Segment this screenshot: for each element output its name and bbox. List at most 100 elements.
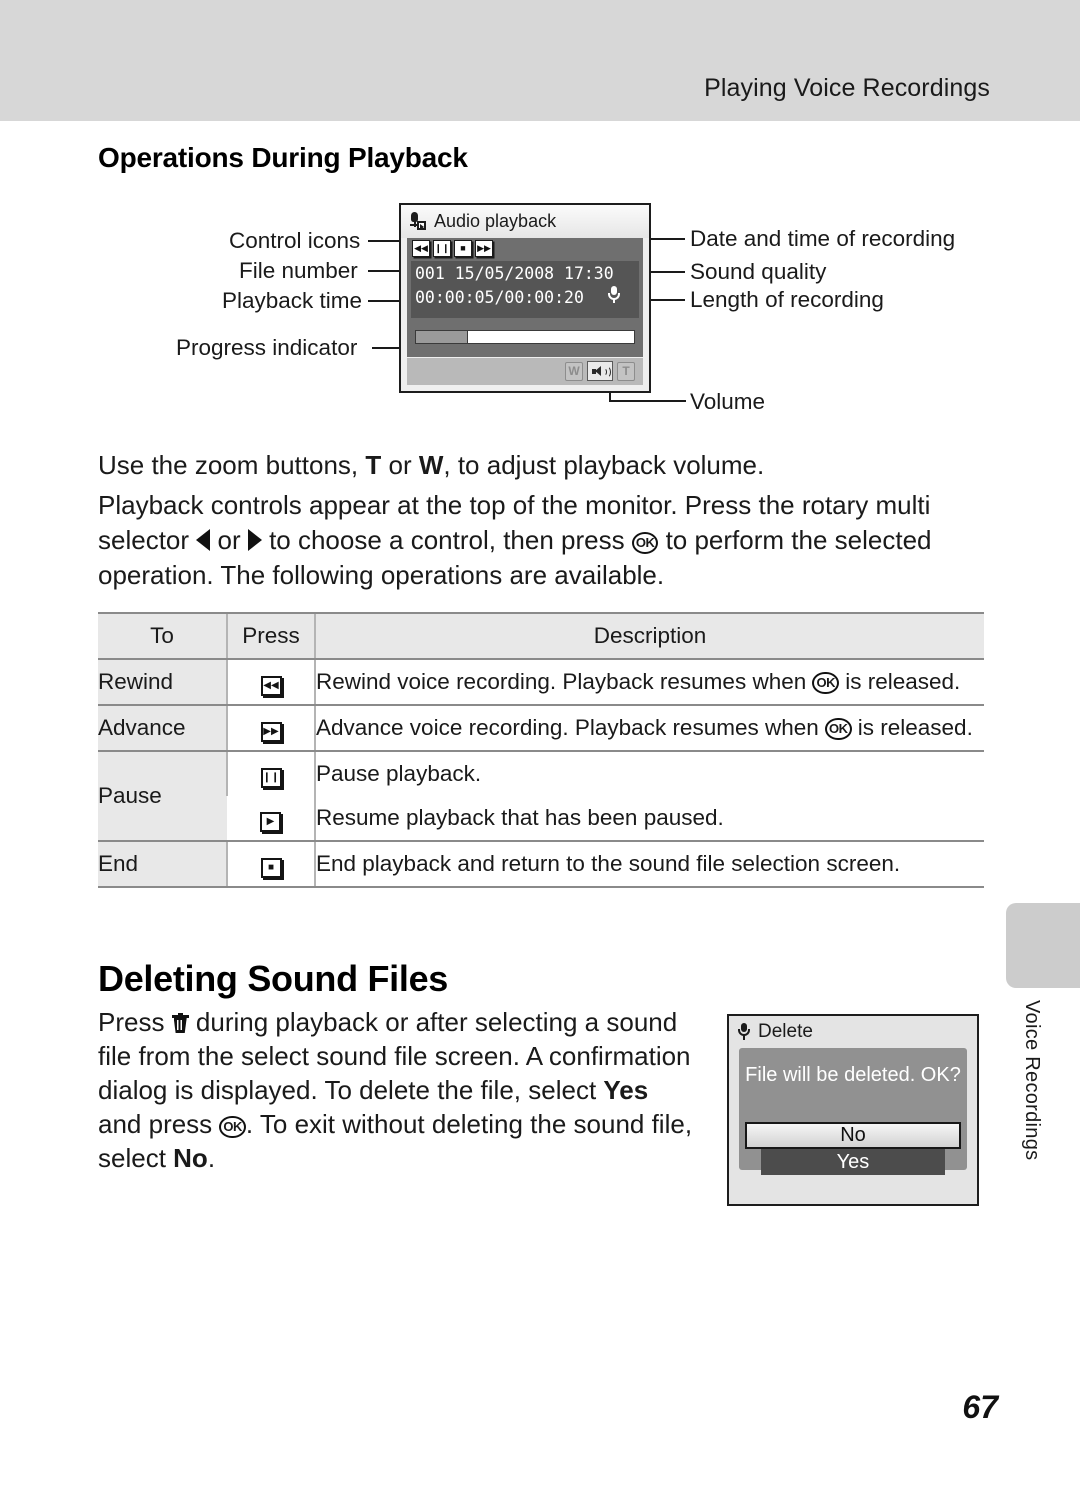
table-row-end: End ■ End playback and return to the sou… [98,840,984,888]
cell-desc-end: End playback and return to the sound fil… [314,840,984,888]
paragraph-playback-controls: Playback controls appear at the top of t… [98,488,993,593]
callout-label-control-icons: Control icons [229,228,361,253]
cell-desc-advance: Advance voice recording. Playback resume… [314,704,984,752]
desc-rewind-2: is released. [838,669,961,694]
column-header-press: Press [226,612,315,660]
pause-icon[interactable]: ❙❙ [260,768,282,788]
delete-text-5: . [207,1143,216,1173]
zoom-text-2: or [381,450,419,480]
callout-label-progress-indicator: Progress indicator [176,335,358,360]
ok-button-icon: OK [631,531,659,554]
desc-rewind-1: Rewind voice recording. Playback resumes… [316,669,813,694]
delete-option-no: No [173,1143,208,1173]
delete-text-3: and press [98,1109,220,1139]
zoom-text-3: , to adjust playback volume. [443,450,765,480]
callout-label-length: Length of recording [690,287,884,312]
table-row-advance: Advance ▶▶ Advance voice recording. Play… [98,704,984,752]
delete-text-1: Press [98,1007,172,1037]
rewind-icon[interactable]: ◀◀ [260,676,282,696]
microphone-card-icon [409,212,426,231]
delete-dialog-body: File will be deleted. OK? No Yes [739,1048,967,1175]
cell-press-end: ■ [226,840,315,888]
desc-advance-2: is released. [851,715,973,740]
playback-time-and-length: 00:00:05/00:00:20 [415,288,584,307]
sound-quality-icon [607,286,621,303]
monitor-screen: ◀◀ ❙❙ ■ ▶▶ 001 15/05/2008 17:30 00:00:05… [407,238,643,357]
arrow-left-icon [196,529,211,551]
cell-to-advance: Advance [98,704,227,752]
stop-icon[interactable]: ■ [454,240,472,257]
stop-icon[interactable]: ■ [260,858,282,878]
callout-label-sound-quality: Sound quality [690,259,827,284]
cell-to-pause: Pause [98,750,227,842]
cell-desc-rewind: Rewind voice recording. Playback resumes… [314,658,984,706]
tele-zoom-key-icon[interactable]: T [617,361,635,381]
callout-label-file-number: File number [239,258,358,283]
desc-advance-1: Advance voice recording. Playback resume… [316,715,826,740]
cell-to-rewind: Rewind [98,658,227,706]
page-number: 67 [962,1389,998,1425]
advance-icon[interactable]: ▶▶ [260,722,282,742]
running-title: Playing Voice Recordings [704,74,990,102]
zoom-key-w: W [418,450,444,480]
rewind-icon[interactable]: ◀◀ [412,240,430,257]
side-tab-block [1006,903,1080,988]
delete-confirmation-screen-mock: Delete File will be deleted. OK? No Yes [727,1014,979,1206]
zoom-text-1: Use the zoom buttons, [98,450,366,480]
cell-press-advance: ▶▶ [226,704,315,752]
cell-desc-resume: Resume playback that has been paused. [314,796,984,842]
trash-delete-icon [171,1013,189,1034]
advance-icon[interactable]: ▶▶ [475,240,493,257]
page-title-deleting: Deleting Sound Files [98,958,449,999]
file-number-and-datetime: 001 15/05/2008 17:30 [415,264,614,283]
side-tab-label: Voice Recordings [1021,1000,1043,1161]
callout-label-date-time: Date and time of recording [690,226,956,251]
camera-monitor-mock: Audio playback ◀◀ ❙❙ ■ ▶▶ 001 15/05/2008… [399,203,651,393]
playback-screen-diagram: Control icons File number Playback time … [0,195,1080,420]
callout-line-date-time [655,238,685,240]
table-row-pause: Pause ❙❙ Pause playback. [98,750,984,842]
page-running-header: Playing Voice Recordings [0,0,1080,121]
progress-elapsed [415,330,468,344]
progress-remaining [467,330,635,344]
delete-option-yes: Yes [603,1075,649,1105]
table-row-rewind: Rewind ◀◀ Rewind voice recording. Playba… [98,658,984,706]
monitor-title: Audio playback [434,211,557,231]
playback-operations-table: To Press Description Rewind ◀◀ Rewind vo… [98,612,984,888]
cell-press-resume: ▶ [227,796,315,842]
callout-label-playback-time: Playback time [222,288,363,313]
delete-dialog-message: File will be deleted. OK? [745,1064,961,1086]
delete-option-yes-button[interactable]: Yes [761,1149,945,1175]
control-icons-row: ◀◀ ❙❙ ■ ▶▶ [412,240,493,257]
callout-label-volume: Volume [690,389,766,414]
column-header-description: Description [314,612,984,660]
ok-button-icon: OK [812,671,839,694]
delete-option-no-button[interactable]: No [745,1122,961,1149]
wide-zoom-key-icon[interactable]: W [565,361,583,381]
volume-speaker-icon[interactable] [587,361,613,381]
arrow-right-icon [247,529,262,551]
pause-icon[interactable]: ❙❙ [433,240,451,257]
delete-dialog-titlebar: Delete [738,1021,813,1043]
controls-text-2: or [210,525,248,555]
page-title-operations: Operations During Playback [98,142,468,173]
cell-press-pause: ❙❙ [226,750,315,796]
monitor-footer-bar: W T [407,358,643,385]
table-header-row: To Press Description [98,612,984,660]
play-icon[interactable]: ▶ [260,812,281,832]
table-row-resume: ▶ Resume playback that has been paused. [98,796,984,842]
callout-line-volume [609,400,686,402]
monitor-titlebar: Audio playback [401,205,649,238]
paragraph-zoom-volume: Use the zoom buttons, T or W, to adjust … [98,448,988,483]
volume-control-row: W T [565,361,635,381]
zoom-key-t: T [365,450,382,480]
microphone-icon [738,1023,750,1041]
ok-button-icon: OK [219,1115,246,1138]
cell-press-rewind: ◀◀ [226,658,315,706]
cell-desc-pause: Pause playback. [314,750,984,796]
column-header-to: To [98,612,227,660]
cell-to-end: End [98,840,227,888]
delete-dialog-title: Delete [758,1021,813,1042]
progress-indicator [415,330,635,344]
controls-text-3: to choose a control, then press [261,525,632,555]
